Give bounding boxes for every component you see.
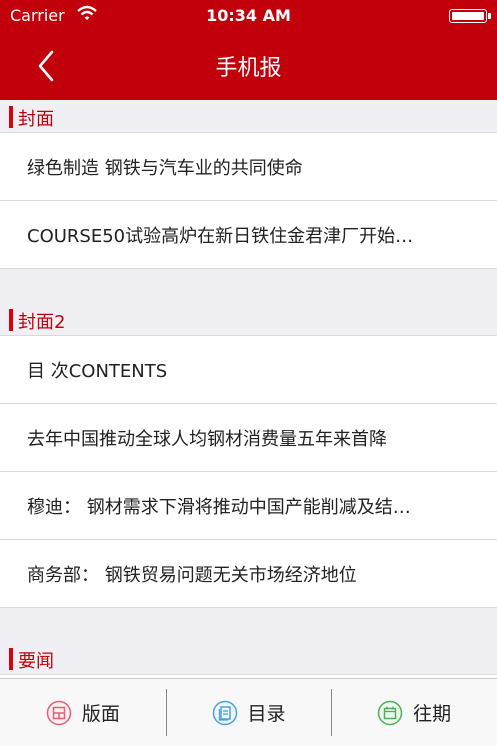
- article-list: 封面 绿色制造 钢铁与汽车业的共同使命 COURSE50试验高炉在新日铁住金君津…: [0, 100, 497, 678]
- list-item[interactable]: 去年中国推动全球人均钢材消费量五年来首降: [0, 404, 497, 472]
- tab-layout-label: 版面: [81, 703, 120, 725]
- section-header: 封面2: [0, 303, 497, 336]
- list-item-title: 穆迪： 钢材需求下滑将推动中国产能削减及结…: [27, 497, 411, 518]
- status-bar: Carrier 10:34 AM: [0, 0, 497, 32]
- catalog-icon: [212, 700, 237, 725]
- list-item[interactable]: 目 次CONTENTS: [0, 336, 497, 404]
- layout-icon: [46, 700, 72, 725]
- tab-archive-label: 往期: [413, 703, 452, 725]
- section-title: 要闻: [18, 651, 54, 672]
- calendar-icon: [377, 700, 403, 725]
- section-title: 封面: [18, 109, 54, 130]
- section-title: 封面2: [18, 312, 66, 333]
- section-header: 要闻: [0, 642, 497, 675]
- battery-icon: [449, 9, 491, 23]
- list-item-title: 绿色制造 钢铁与汽车业的共同使命: [27, 158, 303, 179]
- list-item[interactable]: 商务部： 钢铁贸易问题无关市场经济地位: [0, 540, 497, 608]
- nav-bar: 手机报: [0, 32, 497, 100]
- page-title: 手机报: [215, 56, 282, 81]
- section-accent-bar: [9, 106, 13, 128]
- list-item-title: 去年中国推动全球人均钢材消费量五年来首降: [27, 429, 387, 450]
- list-item-title: 目 次CONTENTS: [27, 361, 168, 382]
- tab-archive[interactable]: 往期: [331, 679, 497, 746]
- list-item[interactable]: COURSE50试验高炉在新日铁住金君津厂开始…: [0, 201, 497, 269]
- section-accent-bar: [9, 309, 13, 331]
- tab-bar: 版面 目录 往期: [0, 678, 497, 746]
- list-item-title: 商务部： 钢铁贸易问题无关市场经济地位: [27, 565, 357, 586]
- list-item[interactable]: 穆迪： 钢材需求下滑将推动中国产能削减及结…: [0, 472, 497, 540]
- section-header: 封面: [0, 100, 497, 133]
- section-accent-bar: [9, 648, 13, 670]
- tab-catalog-label: 目录: [247, 703, 286, 725]
- list-item[interactable]: 绿色制造 钢铁与汽车业的共同使命: [0, 133, 497, 201]
- status-time: 10:34 AM: [206, 6, 291, 25]
- tab-layout[interactable]: 版面: [0, 679, 166, 746]
- tab-catalog[interactable]: 目录: [165, 679, 332, 746]
- list-item-title: COURSE50试验高炉在新日铁住金君津厂开始…: [27, 226, 414, 247]
